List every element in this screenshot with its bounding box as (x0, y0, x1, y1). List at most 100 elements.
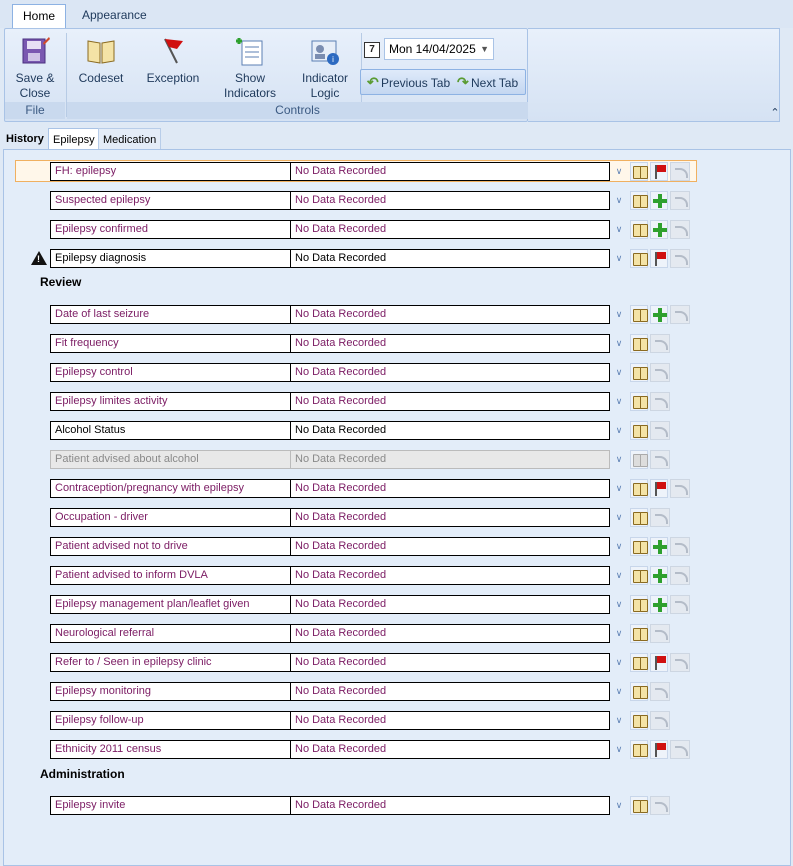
entry-value[interactable]: No Data Recorded (290, 421, 610, 440)
add-entry-button[interactable] (650, 305, 668, 324)
entry-label[interactable]: Epilepsy limites activity (50, 392, 290, 411)
entry-label[interactable]: Refer to / Seen in epilepsy clinic (50, 653, 290, 672)
expand-chevron-icon[interactable]: ∨ (612, 742, 626, 758)
expand-chevron-icon[interactable]: ∨ (612, 655, 626, 671)
calendar-icon[interactable]: 7 (364, 42, 380, 58)
add-entry-button[interactable] (650, 537, 668, 556)
exception-flag-button[interactable] (650, 740, 668, 759)
exception-flag-button[interactable] (650, 249, 668, 268)
entry-label[interactable]: Contraception/pregnancy with epilepsy (50, 479, 290, 498)
undo-arrow-icon[interactable] (650, 624, 670, 643)
entry-label[interactable]: Epilepsy invite (50, 796, 290, 815)
expand-chevron-icon[interactable]: ∨ (612, 193, 626, 209)
undo-arrow-icon[interactable] (650, 392, 670, 411)
codeset-book-icon[interactable] (630, 537, 648, 556)
entry-value[interactable]: No Data Recorded (290, 508, 610, 527)
expand-chevron-icon[interactable]: ∨ (612, 510, 626, 526)
entry-value[interactable]: No Data Recorded (290, 450, 610, 469)
entry-value[interactable]: No Data Recorded (290, 595, 610, 614)
entry-value[interactable]: No Data Recorded (290, 392, 610, 411)
codeset-book-icon[interactable] (630, 479, 648, 498)
exception-flag-button[interactable] (650, 479, 668, 498)
entry-label[interactable]: Epilepsy management plan/leaflet given (50, 595, 290, 614)
undo-arrow-icon[interactable] (670, 479, 690, 498)
undo-arrow-icon[interactable] (650, 334, 670, 353)
add-entry-button[interactable] (650, 191, 668, 210)
expand-chevron-icon[interactable]: ∨ (612, 164, 626, 180)
expand-chevron-icon[interactable]: ∨ (612, 539, 626, 555)
undo-arrow-icon[interactable] (670, 305, 690, 324)
undo-arrow-icon[interactable] (650, 508, 670, 527)
entry-label[interactable]: FH: epilepsy (50, 162, 290, 181)
entry-label[interactable]: Fit frequency (50, 334, 290, 353)
entry-label[interactable]: Occupation - driver (50, 508, 290, 527)
tab-home[interactable]: Home (12, 4, 67, 29)
tab-medication[interactable]: Medication (98, 128, 162, 150)
expand-chevron-icon[interactable]: ∨ (612, 713, 626, 729)
entry-value[interactable]: No Data Recorded (290, 220, 610, 239)
entry-label[interactable]: Patient advised about alcohol (50, 450, 290, 469)
entry-value[interactable]: No Data Recorded (290, 711, 610, 730)
undo-arrow-icon[interactable] (650, 450, 670, 469)
exception-flag-button[interactable] (650, 162, 668, 181)
entry-value[interactable]: No Data Recorded (290, 479, 610, 498)
previous-tab-button[interactable]: ↶ Previous Tab (367, 73, 450, 92)
entry-value[interactable]: No Data Recorded (290, 653, 610, 672)
entry-label[interactable]: Epilepsy diagnosis (50, 249, 290, 268)
codeset-book-icon[interactable] (630, 305, 648, 324)
entry-label[interactable]: Date of last seizure (50, 305, 290, 324)
add-entry-button[interactable] (650, 220, 668, 239)
undo-arrow-icon[interactable] (650, 796, 670, 815)
codeset-book-icon[interactable] (630, 421, 648, 440)
entry-value[interactable]: No Data Recorded (290, 191, 610, 210)
add-entry-button[interactable] (650, 595, 668, 614)
undo-arrow-icon[interactable] (650, 421, 670, 440)
indicator-logic-button[interactable]: i Indicator Logic (293, 31, 357, 101)
undo-arrow-icon[interactable] (670, 566, 690, 585)
entry-value[interactable]: No Data Recorded (290, 796, 610, 815)
expand-chevron-icon[interactable]: ∨ (612, 626, 626, 642)
undo-arrow-icon[interactable] (650, 711, 670, 730)
undo-arrow-icon[interactable] (650, 682, 670, 701)
entry-label[interactable]: Suspected epilepsy (50, 191, 290, 210)
expand-chevron-icon[interactable]: ∨ (612, 251, 626, 267)
expand-chevron-icon[interactable]: ∨ (612, 452, 626, 468)
expand-chevron-icon[interactable]: ∨ (612, 684, 626, 700)
undo-arrow-icon[interactable] (670, 653, 690, 672)
undo-arrow-icon[interactable] (670, 740, 690, 759)
undo-arrow-icon[interactable] (670, 249, 690, 268)
entry-label[interactable]: Epilepsy confirmed (50, 220, 290, 239)
entry-value[interactable]: No Data Recorded (290, 363, 610, 382)
expand-chevron-icon[interactable]: ∨ (612, 568, 626, 584)
undo-arrow-icon[interactable] (670, 595, 690, 614)
save-close-button[interactable]: Save & Close (7, 31, 63, 101)
next-tab-button[interactable]: ↷ Next Tab (457, 73, 518, 92)
exception-button[interactable]: Exception (141, 31, 205, 86)
codeset-book-icon[interactable] (630, 450, 648, 469)
codeset-book-icon[interactable] (630, 624, 648, 643)
add-entry-button[interactable] (650, 566, 668, 585)
entry-label[interactable]: Epilepsy monitoring (50, 682, 290, 701)
codeset-book-icon[interactable] (630, 566, 648, 585)
undo-arrow-icon[interactable] (670, 162, 690, 181)
entry-value[interactable]: No Data Recorded (290, 334, 610, 353)
codeset-book-icon[interactable] (630, 740, 648, 759)
show-indicators-button[interactable]: Show Indicators (215, 31, 285, 101)
undo-arrow-icon[interactable] (670, 537, 690, 556)
undo-arrow-icon[interactable] (670, 191, 690, 210)
codeset-book-icon[interactable] (630, 191, 648, 210)
expand-chevron-icon[interactable]: ∨ (612, 365, 626, 381)
codeset-book-icon[interactable] (630, 334, 648, 353)
expand-chevron-icon[interactable]: ∨ (612, 798, 626, 814)
entry-value[interactable]: No Data Recorded (290, 624, 610, 643)
entry-value[interactable]: No Data Recorded (290, 537, 610, 556)
expand-chevron-icon[interactable]: ∨ (612, 336, 626, 352)
expand-chevron-icon[interactable]: ∨ (612, 307, 626, 323)
entry-label[interactable]: Alcohol Status (50, 421, 290, 440)
codeset-book-icon[interactable] (630, 392, 648, 411)
entry-label[interactable]: Epilepsy control (50, 363, 290, 382)
tab-appearance[interactable]: Appearance (72, 4, 157, 29)
codeset-book-icon[interactable] (630, 711, 648, 730)
tab-epilepsy[interactable]: Epilepsy (48, 128, 100, 150)
entry-label[interactable]: Ethnicity 2011 census (50, 740, 290, 759)
